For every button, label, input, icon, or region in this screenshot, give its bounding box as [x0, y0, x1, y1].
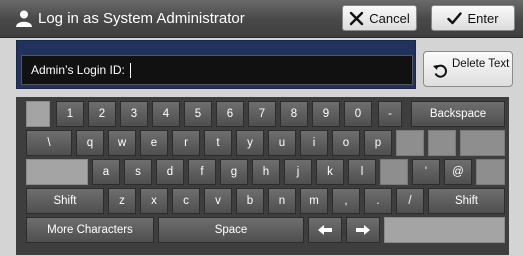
- key-c[interactable]: c: [172, 188, 200, 214]
- keyboard: 1 2 3 4 5 6 7 8 9 0 - Backspace \ q w e …: [16, 97, 509, 255]
- left-arrow-icon: [318, 225, 332, 235]
- user-icon: [16, 10, 32, 27]
- cancel-label: Cancel: [369, 10, 410, 26]
- more-characters-key[interactable]: More Characters: [26, 217, 154, 243]
- key-blank: [460, 130, 505, 156]
- key-8[interactable]: 8: [280, 101, 308, 127]
- key-w[interactable]: w: [108, 130, 136, 156]
- key-7[interactable]: 7: [248, 101, 276, 127]
- right-arrow-icon: [356, 225, 370, 235]
- key-blank: [396, 130, 424, 156]
- key-v[interactable]: v: [204, 188, 232, 214]
- page-title: Log in as System Administrator: [38, 10, 245, 27]
- key-k[interactable]: k: [316, 159, 344, 185]
- key-b[interactable]: b: [236, 188, 264, 214]
- cancel-button[interactable]: Cancel: [342, 5, 417, 31]
- key-j[interactable]: j: [284, 159, 312, 185]
- key-period[interactable]: .: [364, 188, 392, 214]
- key-i[interactable]: i: [300, 130, 328, 156]
- key-r[interactable]: r: [172, 130, 200, 156]
- enter-label: Enter: [467, 10, 499, 26]
- key-z[interactable]: z: [108, 188, 136, 214]
- key-blank: [428, 130, 456, 156]
- key-p[interactable]: p: [364, 130, 392, 156]
- enter-button[interactable]: Enter: [431, 5, 515, 31]
- key-3[interactable]: 3: [120, 101, 148, 127]
- key-f[interactable]: f: [188, 159, 216, 185]
- key-comma[interactable]: ,: [332, 188, 360, 214]
- key-x[interactable]: x: [140, 188, 168, 214]
- left-arrow-key[interactable]: [308, 217, 342, 243]
- delete-text-label: Delete Text: [452, 58, 510, 70]
- key-l[interactable]: l: [348, 159, 376, 185]
- login-id-field[interactable]: Admin’s Login ID:: [21, 55, 413, 85]
- key-a[interactable]: a: [92, 159, 120, 185]
- space-key[interactable]: Space: [158, 217, 304, 243]
- close-icon: [350, 11, 364, 25]
- delete-text-button[interactable]: Delete Text: [423, 51, 513, 87]
- key-y[interactable]: y: [236, 130, 264, 156]
- key-d[interactable]: d: [156, 159, 184, 185]
- key-4[interactable]: 4: [152, 101, 180, 127]
- key-e[interactable]: e: [140, 130, 168, 156]
- key-s[interactable]: s: [124, 159, 152, 185]
- text-caret: [129, 62, 131, 78]
- key-blank: [384, 217, 505, 243]
- key-6[interactable]: 6: [216, 101, 244, 127]
- key-o[interactable]: o: [332, 130, 360, 156]
- key-5[interactable]: 5: [184, 101, 212, 127]
- key-backslash[interactable]: \: [26, 130, 72, 156]
- key-blank: [26, 159, 88, 185]
- key-q[interactable]: q: [76, 130, 104, 156]
- key-g[interactable]: g: [220, 159, 248, 185]
- right-arrow-key[interactable]: [346, 217, 380, 243]
- key-h[interactable]: h: [252, 159, 280, 185]
- shift-right-key[interactable]: Shift: [428, 188, 505, 214]
- key-blank: [26, 101, 50, 127]
- key-2[interactable]: 2: [88, 101, 116, 127]
- checkmark-icon: [447, 11, 463, 24]
- undo-arrow-icon: [433, 64, 447, 78]
- key-m[interactable]: m: [300, 188, 328, 214]
- key-apostrophe[interactable]: ': [412, 159, 440, 185]
- key-u[interactable]: u: [268, 130, 296, 156]
- key-slash[interactable]: /: [396, 188, 424, 214]
- key-at[interactable]: @: [444, 159, 472, 185]
- key-n[interactable]: n: [268, 188, 296, 214]
- key-9[interactable]: 9: [312, 101, 340, 127]
- backspace-key[interactable]: Backspace: [411, 101, 505, 127]
- key-blank: [476, 159, 505, 185]
- key-blank: [380, 159, 408, 185]
- shift-left-key[interactable]: Shift: [26, 188, 104, 214]
- login-id-label: Admin’s Login ID:: [31, 63, 125, 77]
- key-1[interactable]: 1: [56, 101, 84, 127]
- key-0[interactable]: 0: [344, 101, 372, 127]
- key-t[interactable]: t: [204, 130, 232, 156]
- key-hyphen[interactable]: -: [378, 101, 402, 127]
- title-bar: Log in as System Administrator Cancel En…: [0, 0, 523, 38]
